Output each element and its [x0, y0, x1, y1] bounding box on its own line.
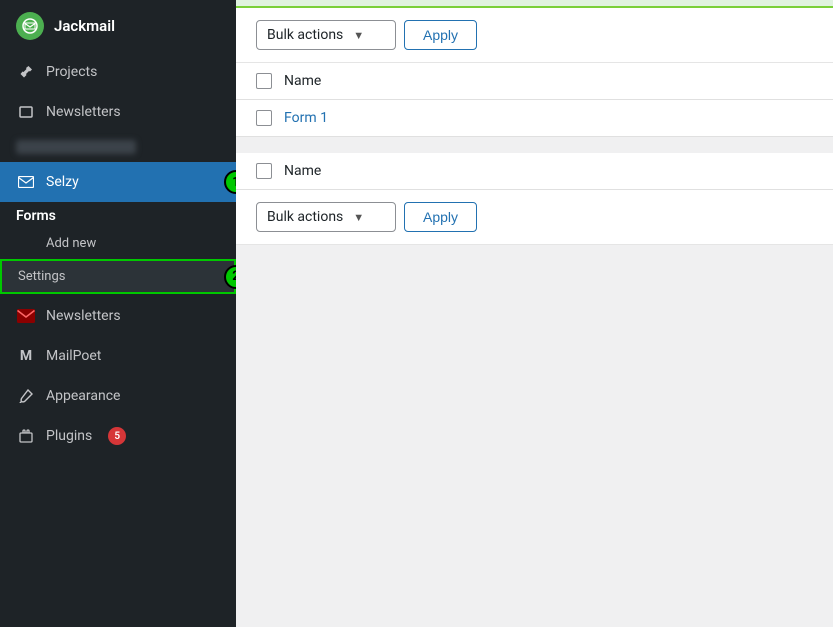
plugins-icon [16, 426, 36, 446]
column-name-footer: Name [284, 163, 321, 179]
sidebar-appearance-label: Appearance [46, 388, 120, 404]
jackmail-logo-icon [16, 12, 44, 40]
sidebar-item-newsletters-label: Newsletters [46, 104, 121, 120]
sidebar-logo[interactable]: Jackmail [0, 0, 236, 52]
bulk-actions-select-bottom[interactable]: Bulk actions ▼ [256, 202, 396, 232]
sidebar-item-selzy-label: Selzy [46, 174, 79, 190]
sidebar-add-new-label: Add new [46, 236, 96, 251]
thumbtack-icon [16, 62, 36, 82]
apply-button-bottom[interactable]: Apply [404, 202, 477, 232]
sidebar-item-plugins[interactable]: Plugins 5 [0, 416, 236, 456]
sidebar-item-selzy-wrapper: Selzy 1 [0, 162, 236, 202]
sidebar-mailpoet-label: MailPoet [46, 348, 101, 364]
checkbox-form1[interactable] [256, 110, 272, 126]
sidebar-blurred-item [0, 132, 236, 162]
main-content: Bulk actions ▼ Apply Name Form 1 Name Bu… [236, 0, 833, 627]
column-name-header: Name [284, 73, 321, 89]
table-row-footer-name: Name [236, 153, 833, 190]
form1-link[interactable]: Form 1 [284, 110, 328, 126]
sidebar-logo-label: Jackmail [54, 17, 115, 35]
apply-button-top[interactable]: Apply [404, 20, 477, 50]
sidebar-item-mailpoet[interactable]: M MailPoet [0, 336, 236, 376]
bulk-bar-top: Bulk actions ▼ Apply [236, 8, 833, 63]
plugins-badge: 5 [108, 427, 126, 445]
bulk-bar-bottom: Bulk actions ▼ Apply [236, 190, 833, 245]
table-row-header: Name [236, 63, 833, 100]
bulk-actions-chevron-top: ▼ [353, 29, 364, 42]
sidebar-newsletters2-label: Newsletters [46, 308, 121, 324]
sidebar-item-settings[interactable]: Settings [0, 259, 236, 294]
sidebar-item-appearance[interactable]: Appearance [0, 376, 236, 416]
newsletter-icon [16, 102, 36, 122]
mailpoet-icon: M [16, 346, 36, 366]
sidebar-item-projects-label: Projects [46, 64, 97, 80]
bulk-actions-select-top[interactable]: Bulk actions ▼ [256, 20, 396, 50]
sidebar-item-selzy[interactable]: Selzy [0, 162, 236, 202]
bulk-actions-label-top: Bulk actions [267, 27, 343, 43]
sidebar-forms-label: Forms [16, 208, 56, 224]
checkbox-footer[interactable] [256, 163, 272, 179]
checkbox-header[interactable] [256, 73, 272, 89]
sidebar-section-forms: Forms [0, 202, 236, 230]
paintbrush-icon [16, 386, 36, 406]
table-row-form1: Form 1 [236, 100, 833, 137]
sidebar-item-add-new[interactable]: Add new [0, 230, 236, 257]
sidebar-settings-label: Settings [18, 269, 65, 284]
sidebar-item-projects[interactable]: Projects [0, 52, 236, 92]
newsletters2-icon [16, 306, 36, 326]
bulk-actions-chevron-bottom: ▼ [353, 211, 364, 224]
row-spacer [236, 137, 833, 153]
sidebar-plugins-label: Plugins [46, 428, 92, 444]
top-green-bar [236, 0, 833, 8]
bulk-actions-label-bottom: Bulk actions [267, 209, 343, 225]
sidebar-item-newsletters2[interactable]: Newsletters [0, 296, 236, 336]
sidebar-item-newsletters[interactable]: Newsletters [0, 92, 236, 132]
sidebar: Jackmail Projects Newsletters [0, 0, 236, 627]
selzy-envelope-icon [16, 172, 36, 192]
sidebar-settings-wrapper: Settings 2 [0, 257, 236, 296]
